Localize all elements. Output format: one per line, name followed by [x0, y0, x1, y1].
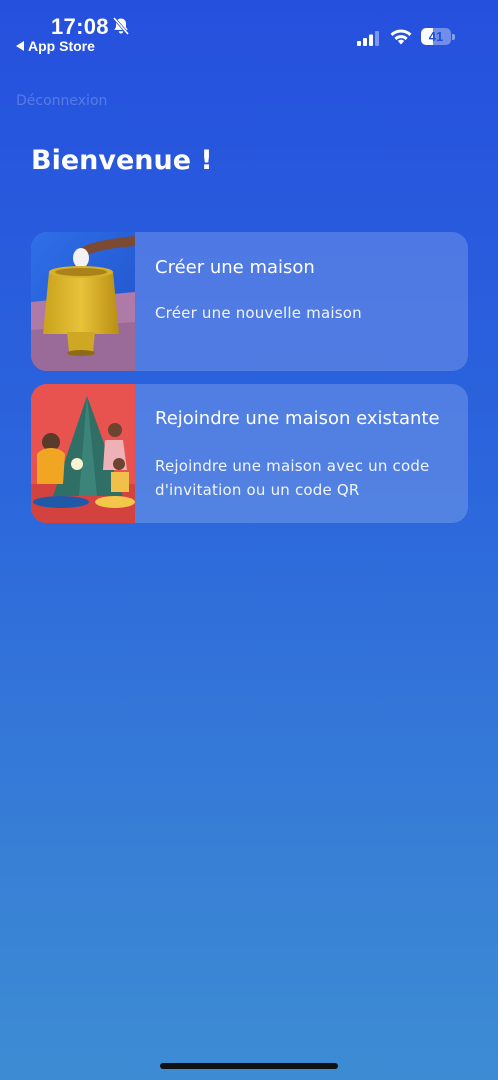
- create-home-card[interactable]: Créer une maison Créer une nouvelle mais…: [31, 232, 468, 371]
- page-title: Bienvenue !: [31, 145, 213, 176]
- battery-percent: 41: [428, 29, 444, 44]
- join-home-description: Rejoindre une maison avec un code d'invi…: [155, 457, 430, 499]
- battery-indicator: 41: [421, 28, 455, 45]
- lamp-photo: [31, 232, 135, 371]
- wifi-icon: [390, 29, 412, 45]
- join-home-card[interactable]: Rejoindre une maison existante Rejoindre…: [31, 384, 468, 523]
- status-time: 17:08: [51, 14, 109, 39]
- home-indicator: [160, 1063, 338, 1069]
- cellular-signal-icon: [357, 31, 379, 46]
- bell-muted-icon: [112, 17, 130, 35]
- family-tent-photo: [31, 384, 135, 523]
- join-home-title: Rejoindre une maison existante: [155, 408, 440, 429]
- back-to-app-store[interactable]: App Store: [16, 38, 95, 54]
- create-home-description: Créer une nouvelle maison: [155, 304, 362, 322]
- logout-button[interactable]: Déconnexion: [16, 90, 116, 112]
- back-arrow-icon: [16, 41, 24, 51]
- back-app-label: App Store: [28, 38, 95, 54]
- create-home-title: Créer une maison: [155, 257, 315, 278]
